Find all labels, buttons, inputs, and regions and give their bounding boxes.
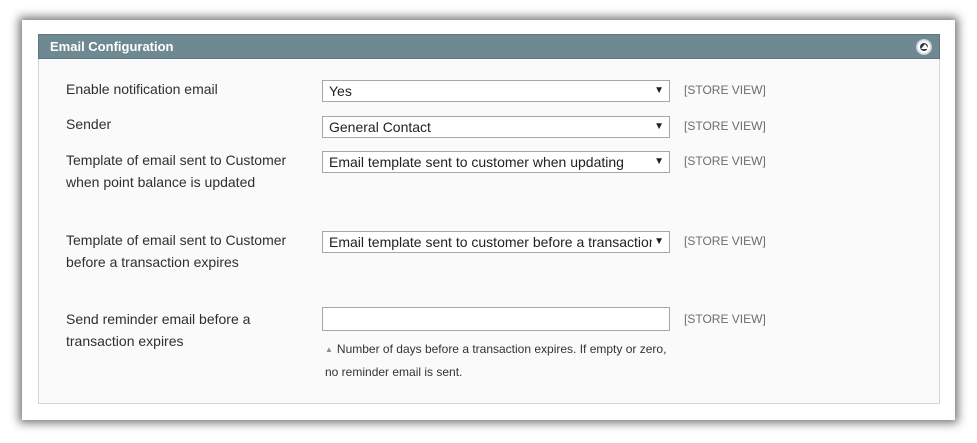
reminder-note: ▲ Number of days before a transaction exp… bbox=[325, 338, 675, 383]
chevron-down-icon: ▼ bbox=[652, 81, 664, 101]
expiry-template-value: Email template sent to customer before a… bbox=[329, 234, 657, 250]
scope-label: [STORE VIEW] bbox=[684, 312, 766, 326]
label-expiry-template: Template of email sent to Customer befor… bbox=[66, 232, 287, 270]
config-panel-frame: Email Configuration Enable notification … bbox=[22, 20, 955, 420]
section-body: Enable notification email Yes ▼ [STORE V… bbox=[38, 59, 940, 404]
sender-select[interactable]: General Contact ▼ bbox=[322, 116, 670, 138]
section-header[interactable]: Email Configuration bbox=[38, 34, 940, 59]
scope-label: [STORE VIEW] bbox=[684, 83, 766, 97]
balance-template-value: Email template sent to customer when upd… bbox=[329, 154, 624, 170]
label-enable-notification: Enable notification email bbox=[66, 81, 218, 97]
label-sender: Sender bbox=[66, 116, 112, 132]
collapse-up-icon[interactable] bbox=[916, 39, 932, 55]
chevron-down-icon: ▼ bbox=[652, 117, 664, 137]
label-reminder-days: Send reminder email before a transaction… bbox=[66, 311, 251, 349]
reminder-note-text: Number of days before a transaction expi… bbox=[325, 342, 667, 379]
section-title: Email Configuration bbox=[50, 39, 174, 54]
enable-notification-value: Yes bbox=[329, 83, 352, 99]
scope-label: [STORE VIEW] bbox=[684, 119, 766, 133]
reminder-days-input[interactable] bbox=[322, 307, 670, 331]
expiry-template-select[interactable]: Email template sent to customer before a… bbox=[322, 231, 670, 253]
scope-label: [STORE VIEW] bbox=[684, 154, 766, 168]
label-balance-template: Template of email sent to Customer when … bbox=[66, 152, 287, 190]
note-arrow-icon: ▲ bbox=[325, 345, 333, 354]
enable-notification-select[interactable]: Yes ▼ bbox=[322, 80, 670, 102]
chevron-down-icon: ▼ bbox=[652, 232, 664, 252]
balance-template-select[interactable]: Email template sent to customer when upd… bbox=[322, 151, 670, 173]
scope-label: [STORE VIEW] bbox=[684, 234, 766, 248]
email-configuration-section: Email Configuration Enable notification … bbox=[38, 34, 940, 404]
chevron-down-icon: ▼ bbox=[652, 152, 664, 172]
sender-value: General Contact bbox=[329, 119, 431, 135]
